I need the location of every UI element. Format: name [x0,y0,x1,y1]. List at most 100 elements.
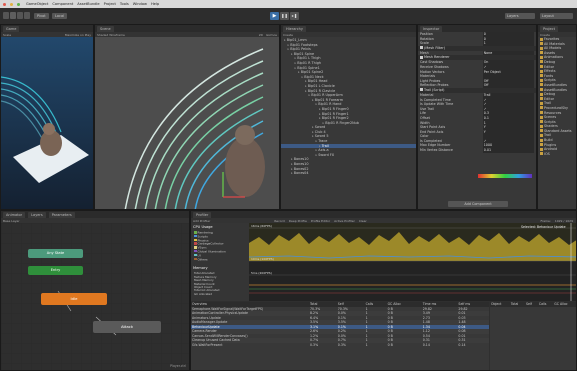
pause-button[interactable]: ❚❚ [280,12,289,20]
column-header[interactable]: Object [490,302,510,307]
project-item-label: Scripts [544,78,556,83]
project-create-button[interactable]: Create [540,33,550,37]
memory-legend-item: GC Allocated [194,292,213,296]
state-any-state[interactable]: Any State [28,249,83,258]
game-viewport[interactable] [1,37,94,210]
column-header[interactable]: Self [525,302,538,307]
menu-item-project[interactable]: Project [104,2,116,6]
pivot-toggle[interactable]: Pivot [34,13,49,19]
field-value[interactable]: 1 [482,41,534,46]
column-header[interactable]: Total [510,302,525,307]
column-header[interactable]: Calls [538,302,553,307]
cpu-usage-graph[interactable]: 16ms (60FPS) 10ms (100FPS) 5ms (200FPS) [249,223,577,301]
project-item-label: Resources [544,110,562,115]
field-value[interactable]: 0.01 [482,148,534,153]
hierarchy-item-label: Trail [321,143,329,148]
record-toggle[interactable]: Record [274,219,284,223]
hierarchy-item-label: Sword [314,125,326,130]
2d-toggle[interactable]: 2D [259,33,263,37]
state-idle[interactable]: Idle [41,293,107,305]
hierarchy-create-button[interactable]: Create [283,33,293,37]
menu-item-gameobject[interactable]: GameObject [26,2,48,6]
hand-tool-button[interactable] [3,12,9,19]
table-row[interactable]: Gfx.WaitForPresent 0.3% 0.3% 1 0 B 0.14 0.14 [191,343,489,348]
clear-button[interactable]: Clear [359,219,367,223]
folder-icon [540,37,543,41]
graph-label-10ms: 10ms (100FPS) [251,257,274,261]
tab-animator[interactable]: Animator [3,211,26,218]
layout-dropdown[interactable]: Layout [540,13,573,19]
minimize-window-button[interactable] [10,2,13,6]
add-profiler-dropdown[interactable]: Add Profiler [193,219,210,223]
play-controls: ▶ ❚❚ ▸❚ [270,12,299,20]
project-item[interactable]: iOS [538,152,576,157]
state-attack[interactable]: Attack [93,321,161,333]
tab-project[interactable]: Project [540,25,558,32]
animator-footer: Player.ctrl [170,364,186,368]
menu-item-assetbundle[interactable]: AssetBundle [77,2,99,6]
maximize-on-play-toggle[interactable]: Maximize on Play [65,33,93,37]
hierarchy-item-label: Club 4 [314,129,326,134]
hierarchy-item-label: Bones02 [293,166,309,171]
legend-item[interactable]: Others [191,257,249,262]
scale-tool-button[interactable] [24,12,30,19]
column-header[interactable]: GC Alloc [553,302,576,307]
move-tool-button[interactable] [10,12,16,19]
menu-item-help[interactable]: Help [151,2,159,6]
zoom-window-button[interactable] [17,2,20,6]
menu-item-component[interactable]: Component [52,2,73,6]
folder-icon [540,74,543,78]
close-window-button[interactable] [3,2,6,6]
play-button[interactable]: ▶ [270,12,279,20]
active-profiler-dropdown[interactable]: Active Profiler [334,219,355,223]
legend-label: Physics [197,238,209,242]
color-gradient-swatch[interactable] [478,174,532,178]
folder-icon [540,78,543,82]
tab-hierarchy[interactable]: Hierarchy [283,25,306,32]
shading-mode-dropdown[interactable]: Shaded Wireframe [97,33,125,37]
graph-label-5ms: 5ms (200FPS) [251,271,272,275]
cpu-usage-header[interactable]: CPU Usage [191,223,249,231]
component-enabled-checkbox[interactable] [420,88,423,92]
gizmos-dropdown[interactable]: Gizmos [266,33,279,37]
tab-profiler[interactable]: Profiler [193,211,212,218]
cpu-legend: Rendering Scripts Physics GarbageCollector V… [191,231,249,261]
profile-editor-toggle[interactable]: Profile Editor [311,219,330,223]
tab-game[interactable]: Game [3,25,20,32]
memory-header[interactable]: Memory [191,264,249,272]
component-enabled-checkbox[interactable] [420,46,423,50]
folder-icon [540,46,543,50]
scene-viewport[interactable] [95,37,280,210]
hierarchy-item-label: Bip01 L Clavicle [307,83,335,88]
hierarchy-item-label: Bones10 [293,157,309,162]
hierarchy-item-label: Bip01 Head [307,79,328,84]
hierarchy-item[interactable]: ▸ Bones04 [281,171,416,176]
tab-inspector[interactable]: Inspector [420,25,443,32]
project-item-label: Android [544,147,558,152]
component-enabled-checkbox[interactable] [420,55,423,59]
component-title: Trail (Script) [424,87,445,92]
add-component-button[interactable]: Add Component [448,201,508,207]
menu-item-window[interactable]: Window [133,2,147,6]
local-toggle[interactable]: Local [52,13,68,19]
field-value[interactable]: Off [482,83,534,88]
game-scale-label[interactable]: Scale [3,33,11,37]
base-layer-breadcrumb[interactable]: Base Layer [3,219,20,223]
hierarchy-item-label: Bip01 R Clavicle [307,88,336,93]
project-item-label: Plugins [544,142,557,147]
field-value[interactable]: None [482,50,534,56]
tab-parameters[interactable]: Parameters [48,211,75,218]
project-item-label: Effects [544,69,556,74]
state-entry[interactable]: Entry [28,266,83,275]
layers-dropdown[interactable]: Layers [505,13,535,19]
folder-icon [540,115,543,119]
deep-profile-toggle[interactable]: Deep Profile [289,219,307,223]
folder-icon [540,83,543,87]
hierarchy-item-label: Bip01_Lmm [286,38,307,42]
tab-layers[interactable]: Layers [28,211,46,218]
tab-scene[interactable]: Scene [97,25,114,32]
menu-item-tools[interactable]: Tools [120,2,129,6]
hierarchy-item-label: Bip01 R Hand [318,102,342,107]
step-button[interactable]: ▸❚ [290,12,299,20]
rotate-tool-button[interactable] [17,12,23,19]
